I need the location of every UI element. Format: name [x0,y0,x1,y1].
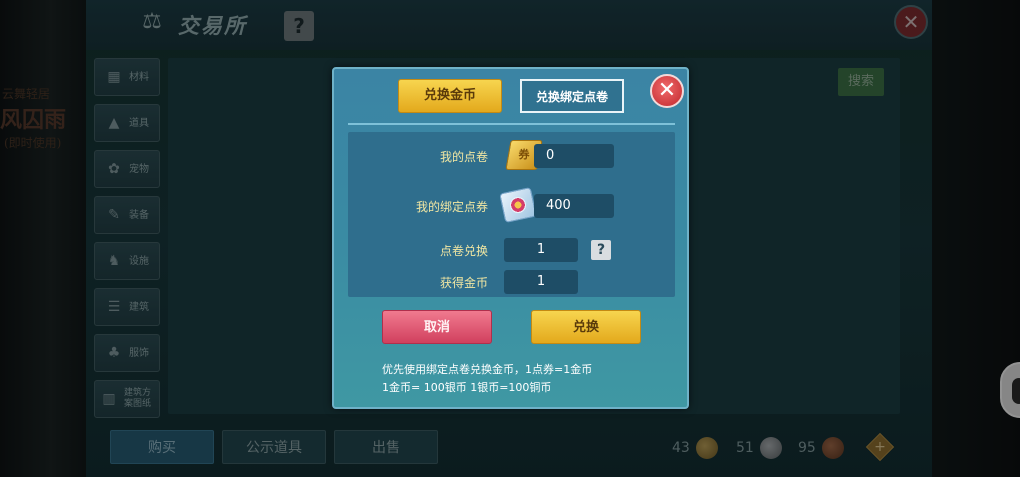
exchange-note-line1: 优先使用绑定点卷兑换金币，1点券=1金币 [382,363,593,376]
my-points-value: 0 [534,144,614,168]
my-bound-points-label: 我的绑定点券 [415,200,488,214]
dialog-close-button[interactable]: ✕ [650,74,684,108]
exchange-gold-dialog: 兑换金币 兑换绑定点卷 ✕ 我的点卷 券 0 我的绑定点券 400 点卷兑换 1… [332,67,689,409]
exchange-help-button[interactable]: ? [591,240,611,260]
exchange-note-line2: 1金币= 100银币 1银币=100铜币 [382,381,552,394]
tab-exchange-bound-points[interactable]: 兑换绑定点卷 [520,79,624,113]
cancel-button[interactable]: 取消 [382,310,492,344]
bound-voucher-icon [499,187,537,223]
bound-voucher-emblem [508,195,528,215]
points-exchange-input[interactable]: 1 [504,238,578,262]
exchange-button[interactable]: 兑换 [531,310,641,344]
divider [348,123,675,125]
points-exchange-label: 点卷兑换 [439,244,488,258]
tab-exchange-gold[interactable]: 兑换金币 [398,79,502,113]
gain-gold-value: 1 [504,270,578,294]
gain-gold-label: 获得金币 [439,276,488,290]
my-bound-points-value: 400 [534,194,614,218]
balance-panel: 我的点卷 券 0 我的绑定点券 400 点卷兑换 1 ? 获得金币 1 [348,132,675,297]
my-points-label: 我的点卷 [439,150,488,164]
